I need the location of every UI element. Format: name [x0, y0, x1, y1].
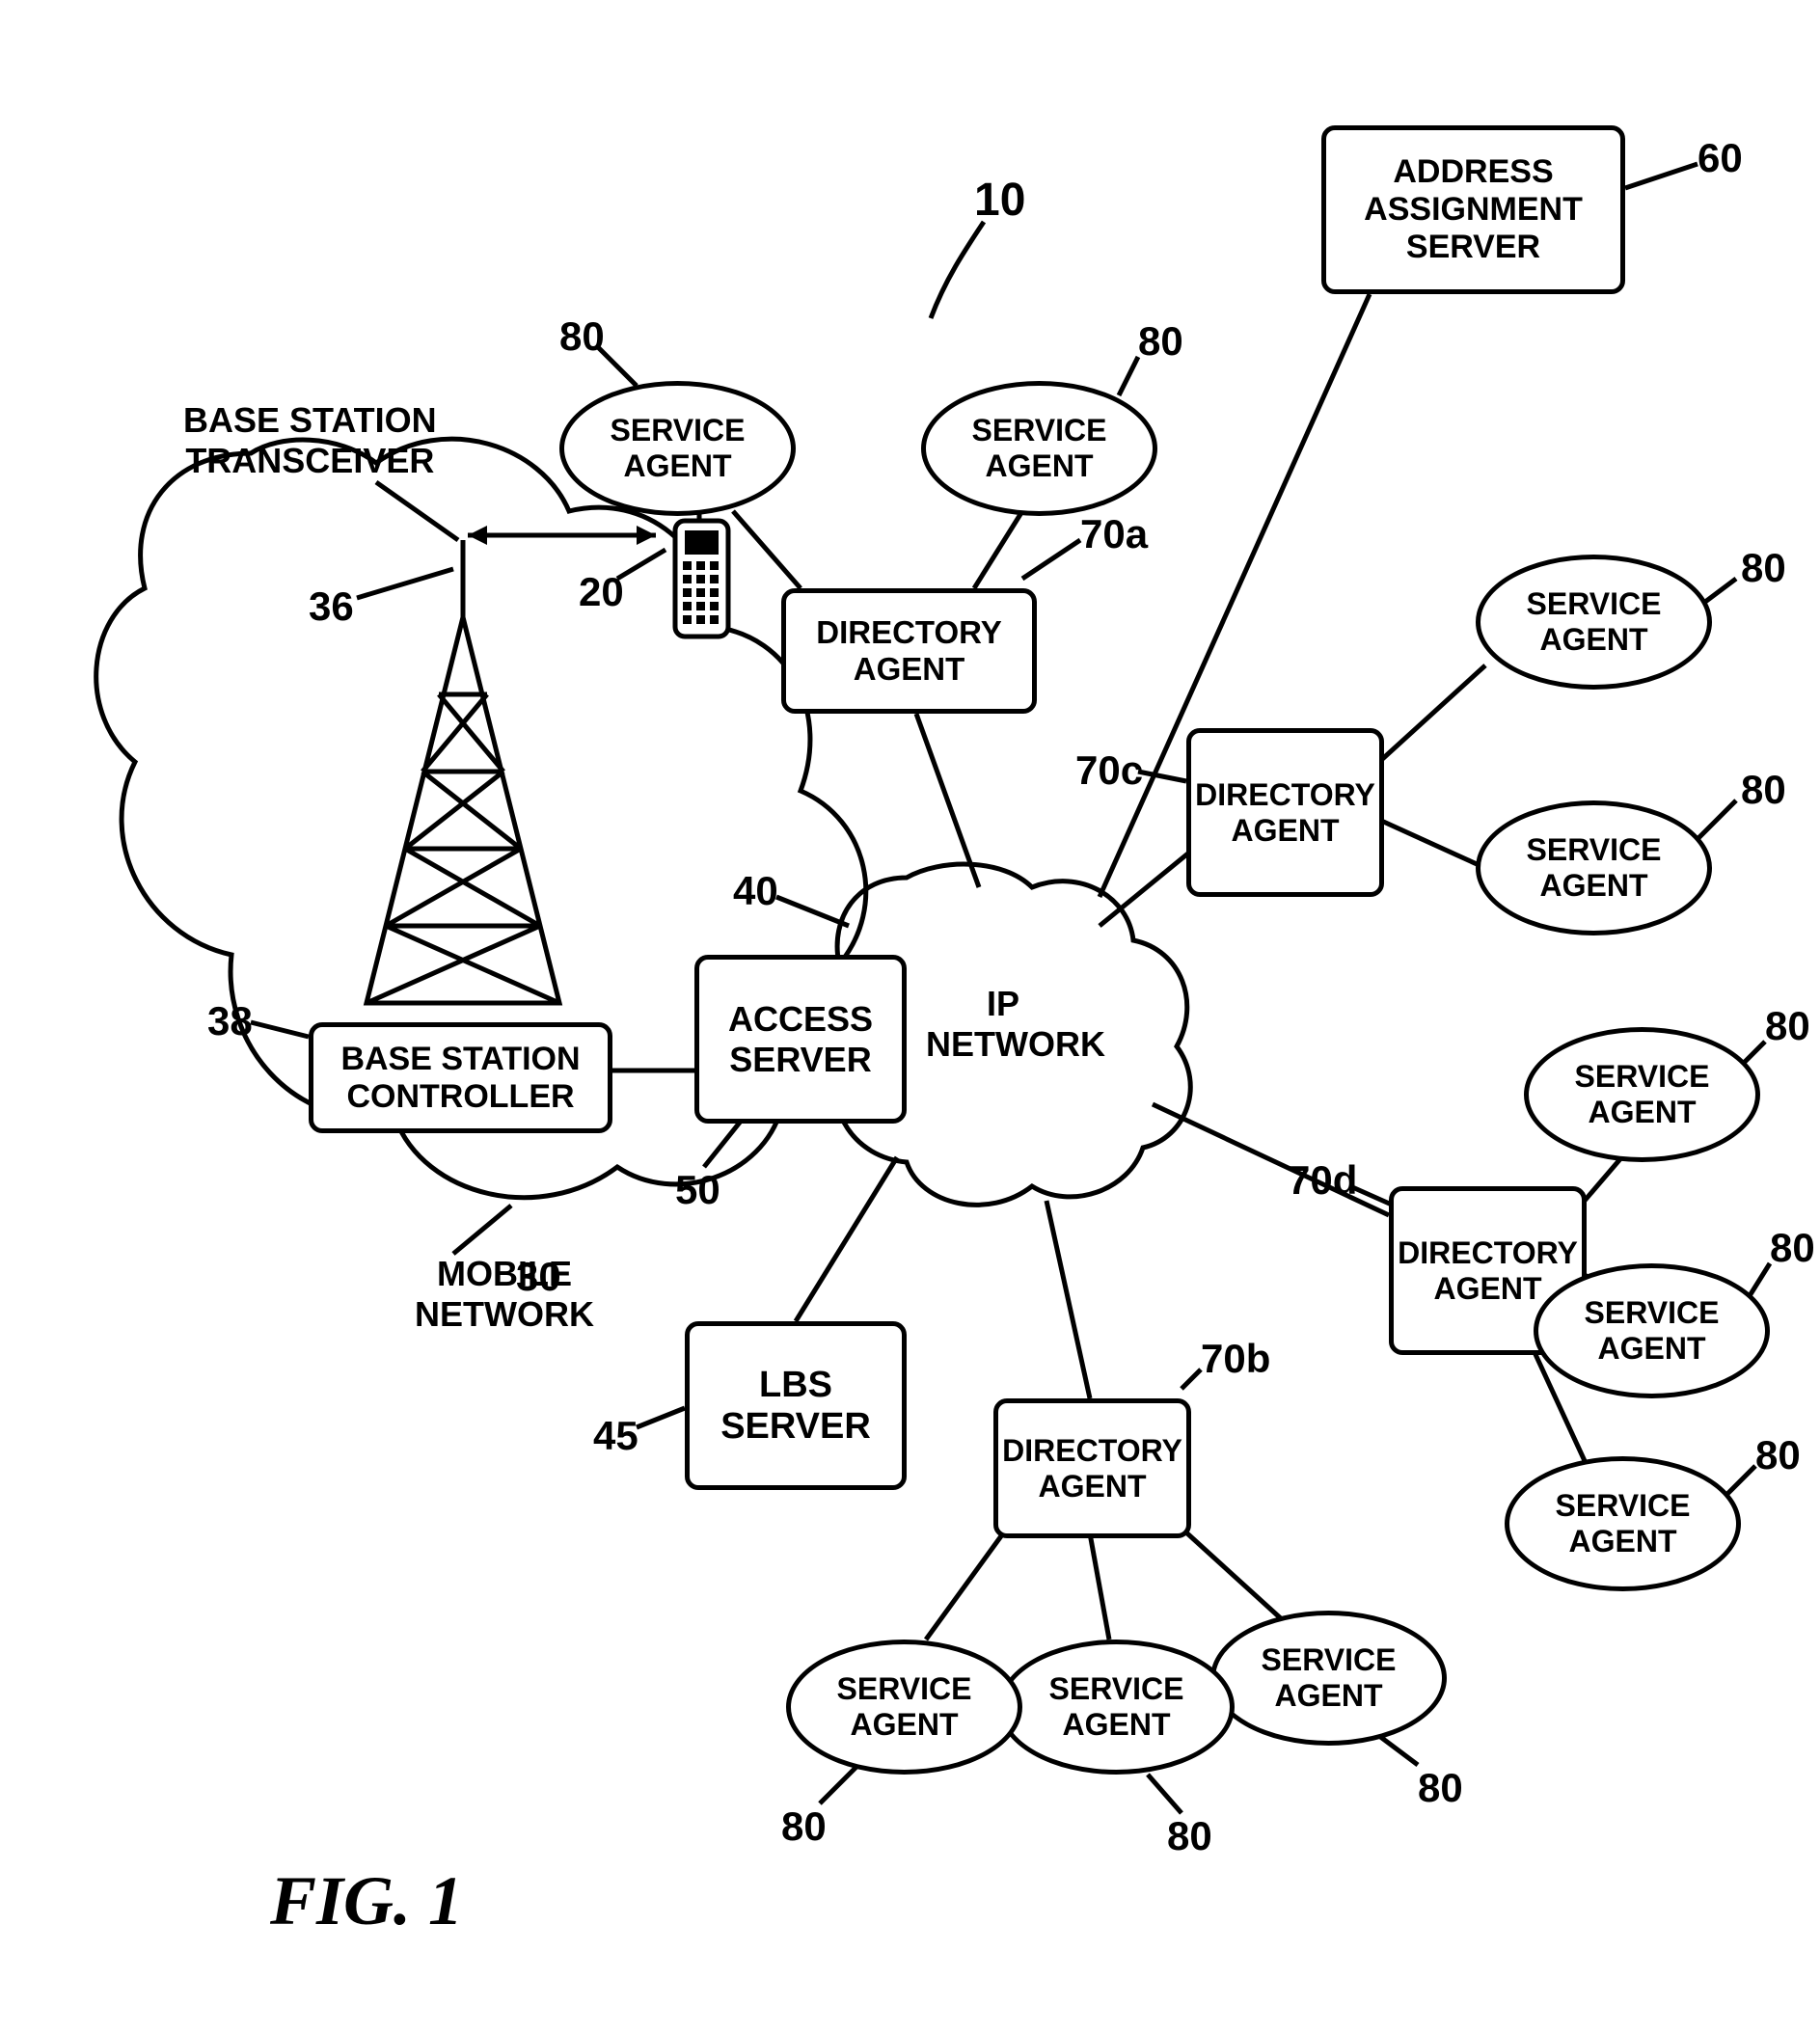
sa-ref: 80	[1741, 545, 1786, 591]
lbs-server-label: LBS SERVER	[690, 1365, 902, 1448]
sa-ref: 80	[1765, 1003, 1810, 1049]
access-server-label: ACCESS SERVER	[699, 999, 902, 1080]
da-b-ref: 70b	[1201, 1336, 1270, 1382]
sa-ref: 80	[1770, 1225, 1815, 1271]
lbs-server-ref: 45	[593, 1413, 638, 1459]
sa-ref: 80	[1418, 1765, 1463, 1811]
sa-ref: 80	[1755, 1432, 1801, 1478]
access-server: ACCESS SERVER	[694, 955, 907, 1124]
bsc-label: BASE STATION CONTROLLER	[313, 1041, 608, 1116]
service-agent: SERVICE AGENT	[1210, 1611, 1447, 1746]
lbs-server: LBS SERVER	[685, 1321, 907, 1490]
da-b-label: DIRECTORY AGENT	[998, 1433, 1186, 1504]
sa-ref: 80	[781, 1803, 827, 1850]
base-station-controller: BASE STATION CONTROLLER	[309, 1022, 612, 1133]
sa-ref: 80	[1741, 767, 1786, 813]
bst-ref: 36	[309, 583, 354, 630]
service-agent: SERVICE AGENT	[1524, 1027, 1760, 1162]
mobile-network-label: MOBILE NETWORK	[415, 1254, 594, 1335]
da-c-label: DIRECTORY AGENT	[1191, 777, 1379, 849]
sa-ref: 80	[559, 313, 605, 360]
service-agent: SERVICE AGENT	[921, 381, 1157, 516]
address-assignment-server: ADDRESS ASSIGNMENT SERVER	[1321, 125, 1625, 294]
directory-agent-a: DIRECTORY AGENT	[781, 588, 1037, 714]
da-a-ref: 70a	[1080, 511, 1148, 557]
service-agent: SERVICE AGENT	[1534, 1263, 1770, 1398]
mobile-network-ref: 30	[516, 1254, 561, 1300]
bst-label: BASE STATION TRANSCEIVER	[183, 400, 437, 481]
address-server-ref: 60	[1698, 135, 1743, 181]
sa-ref: 80	[1167, 1813, 1212, 1859]
access-server-ref: 50	[675, 1167, 720, 1213]
bsc-ref: 38	[207, 998, 253, 1044]
directory-agent-b: DIRECTORY AGENT	[993, 1398, 1191, 1538]
service-agent: SERVICE AGENT	[1476, 555, 1712, 690]
da-a-label: DIRECTORY AGENT	[786, 614, 1032, 688]
phone-ref: 20	[579, 569, 624, 615]
service-agent: SERVICE AGENT	[1505, 1456, 1741, 1591]
directory-agent-c: DIRECTORY AGENT	[1186, 728, 1384, 897]
sa-ref: 80	[1138, 318, 1183, 365]
figure-label: FIG. 1	[270, 1861, 463, 1941]
da-c-ref: 70c	[1075, 747, 1143, 794]
service-agent: SERVICE AGENT	[1476, 800, 1712, 935]
service-agent: SERVICE AGENT	[998, 1640, 1235, 1775]
address-server-label: ADDRESS ASSIGNMENT SERVER	[1326, 153, 1620, 266]
system-ref: 10	[974, 174, 1025, 227]
da-d-ref: 70d	[1288, 1157, 1357, 1204]
service-agent: SERVICE AGENT	[559, 381, 796, 516]
service-agent: SERVICE AGENT	[786, 1640, 1022, 1775]
ip-network-label: IP NETWORK	[926, 984, 1080, 1065]
ip-network-ref: 40	[733, 868, 778, 914]
